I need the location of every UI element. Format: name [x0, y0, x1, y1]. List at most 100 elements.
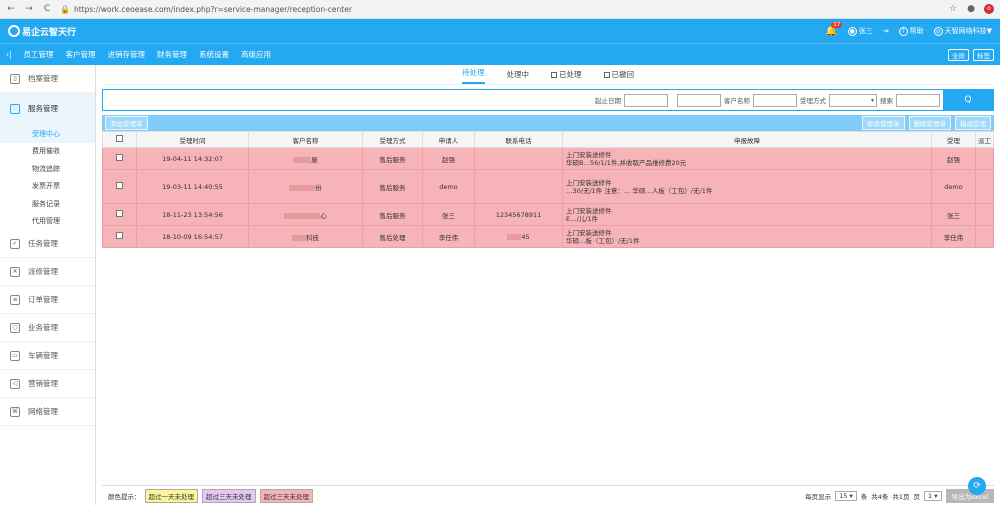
menu-item-employee[interactable]: 员工管理: [24, 49, 54, 60]
col-time[interactable]: 受理时间: [136, 131, 249, 148]
table-toolbar: 添加受理单 修改受理单 删除受理单 指派受理: [102, 115, 994, 131]
menu-item-inventory[interactable]: 进销存管理: [108, 49, 146, 60]
col-dispatch[interactable]: 派工: [975, 131, 994, 148]
sidebar-subitem-reception[interactable]: 受理中心: [0, 125, 95, 143]
browser-toolbar: ← → C 🔒 https://work.ceoease.com/index.p…: [0, 0, 1000, 19]
cell-dispatch: [975, 203, 994, 226]
row-select[interactable]: [102, 169, 137, 204]
select-all-checkbox[interactable]: [116, 135, 123, 142]
fault-line: 上门安装送修件: [566, 178, 612, 187]
row-checkbox[interactable]: [116, 154, 123, 161]
logo-icon: [8, 25, 20, 37]
col-method[interactable]: 受理方式: [362, 131, 423, 148]
sidebar-item-order[interactable]: ≡ 订单管理: [0, 286, 95, 314]
select-all-header[interactable]: [102, 131, 137, 148]
forward-icon[interactable]: →: [24, 4, 34, 14]
tab-label: 已处理: [559, 70, 582, 79]
reload-icon[interactable]: C: [42, 4, 52, 14]
back-icon[interactable]: ←: [6, 4, 16, 14]
menu-item-settings[interactable]: 系统设置: [199, 49, 229, 60]
row-checkbox[interactable]: [116, 210, 123, 217]
search-button[interactable]: Q: [943, 90, 993, 110]
sidebar-subitem-substitute[interactable]: 代用管理: [0, 213, 95, 231]
help-button[interactable]: ? 帮助: [898, 26, 924, 36]
blurred-text: [292, 234, 306, 241]
table-row[interactable]: 18-11-23 13:54:56 心 售后服务 张三 12345678911 …: [102, 203, 994, 226]
row-checkbox[interactable]: [116, 182, 123, 189]
row-select[interactable]: [102, 225, 137, 248]
address-bar[interactable]: 🔒 https://work.ceoease.com/index.php?r=s…: [60, 2, 940, 16]
user-icon: ●: [847, 27, 857, 36]
refresh-float-button[interactable]: ⟳: [968, 477, 986, 495]
tab-withdrawn[interactable]: 已撤回: [603, 69, 635, 84]
menu-collapse-icon[interactable]: ‹|: [6, 50, 12, 59]
sidebar-item-service[interactable]: ♡ 服务管理: [0, 93, 95, 125]
user-menu[interactable]: ● 张三: [847, 26, 873, 36]
cell-time: 19-03-11 14:40:55: [136, 169, 249, 204]
company-menu[interactable]: ◎ 天智网络科技▼: [933, 26, 992, 36]
sidebar-item-vehicle[interactable]: ▭ 车辆管理: [0, 342, 95, 370]
notification-button[interactable]: 🔔 17: [825, 21, 843, 37]
sidebar-subitem-invoice[interactable]: 发票开票: [0, 178, 95, 196]
sidebar-item-label: 档案管理: [28, 74, 58, 83]
method-select[interactable]: ▾: [829, 93, 877, 107]
table-row[interactable]: 18-10-09 16:54:57 科技 售后处理 李任伟 45 上门安装送修件…: [102, 225, 994, 248]
tab-label: 已撤回: [611, 70, 635, 79]
star-icon[interactable]: ☆: [948, 4, 958, 14]
sidebar-item-label: 订单管理: [28, 295, 58, 304]
col-handler[interactable]: 受理: [931, 131, 976, 148]
start-date-input[interactable]: [624, 93, 668, 107]
sidebar-item-task[interactable]: ✓ 任务管理: [0, 230, 95, 258]
sidebar-subitem-records[interactable]: 服务记录: [0, 195, 95, 213]
row-checkbox[interactable]: [116, 232, 123, 239]
cell-time: 18-11-23 13:54:56: [136, 203, 249, 226]
table-row[interactable]: 19-04-11 14:32:07 屋 售后服务 赵强 上门安装送修件 华硕B…5…: [102, 147, 994, 170]
blurred-text: [507, 233, 522, 240]
page-select[interactable]: 1 ▾: [924, 490, 942, 501]
menu-item-customer[interactable]: 客户管理: [66, 49, 96, 60]
sidebar-item-marketing[interactable]: ◁ 营销管理: [0, 370, 95, 398]
add-ticket-button[interactable]: 添加受理单: [105, 116, 148, 130]
sidebar-item-label: 派修管理: [28, 267, 58, 276]
account-icon[interactable]: ●: [966, 4, 976, 14]
col-applicant[interactable]: 申请人: [422, 131, 475, 148]
fault-line: E…/儿/1件: [566, 214, 599, 223]
sidebar-item-archive[interactable]: ▯ 档案管理: [0, 65, 95, 93]
tab-processing[interactable]: 处理中: [507, 69, 530, 84]
col-customer[interactable]: 客户名称: [248, 131, 363, 148]
sidebar-subitem-logistics[interactable]: 物流追踪: [0, 160, 95, 178]
sidebar-item-repair[interactable]: ✕ 派修管理: [0, 258, 95, 286]
edit-ticket-button[interactable]: 修改受理单: [862, 116, 905, 130]
extension-icon[interactable]: o: [984, 4, 994, 14]
per-page-select[interactable]: 15 ▾: [835, 490, 857, 501]
tab-processed[interactable]: 已处理: [551, 69, 582, 84]
delete-ticket-button[interactable]: 删除受理单: [908, 116, 951, 130]
menu-item-finance[interactable]: 财务管理: [157, 49, 187, 60]
global-button[interactable]: 全局: [948, 48, 969, 61]
sidebar-item-business[interactable]: ○ 业务管理: [0, 314, 95, 342]
table-row[interactable]: 19-03-11 14:40:55 份 售后服务 demo 上门安装送修件 …30…: [102, 169, 994, 204]
method-label: 受理方式: [800, 97, 826, 105]
url-text: https://work.ceoease.com/index.php?r=ser…: [73, 4, 352, 14]
menu-item-advanced[interactable]: 高级应用: [241, 49, 271, 60]
table-footer: 颜色提示： 超过一天未处理 超过三天未处理 超过三天未处理 每页显示 15 ▾ …: [102, 485, 994, 505]
col-phone[interactable]: 联系电话: [474, 131, 563, 148]
sidebar-item-network[interactable]: ⌘ 网络管理: [0, 398, 95, 426]
fault-line: 上门安装送修件: [566, 206, 612, 215]
fault-line: …30/无/1件 注意：… 华硕…人板（工包）/无/1件: [566, 186, 713, 195]
tag-button[interactable]: 标签: [973, 48, 994, 61]
assign-button[interactable]: 指派受理: [955, 116, 991, 130]
end-date-input[interactable]: [677, 93, 721, 107]
app-header: 易企云智天行 🔔 17 ● 张三 ⇥ ? 帮助 ◎ 天智网络科技▼: [0, 19, 1000, 43]
cell-applicant: demo: [422, 169, 475, 204]
row-select[interactable]: [102, 147, 137, 170]
sidebar-subitem-fee[interactable]: 费用催收: [0, 143, 95, 161]
row-select[interactable]: [102, 203, 137, 226]
status-tabs: 待处理 处理中 已处理 已撤回: [102, 65, 994, 85]
keyword-input[interactable]: [896, 93, 940, 107]
customer-input[interactable]: [753, 93, 797, 107]
col-fault[interactable]: 申报故障: [562, 131, 932, 148]
page-label: 页: [913, 492, 921, 501]
tab-pending[interactable]: 待处理: [462, 67, 485, 84]
logout-icon[interactable]: ⇥: [883, 27, 889, 35]
